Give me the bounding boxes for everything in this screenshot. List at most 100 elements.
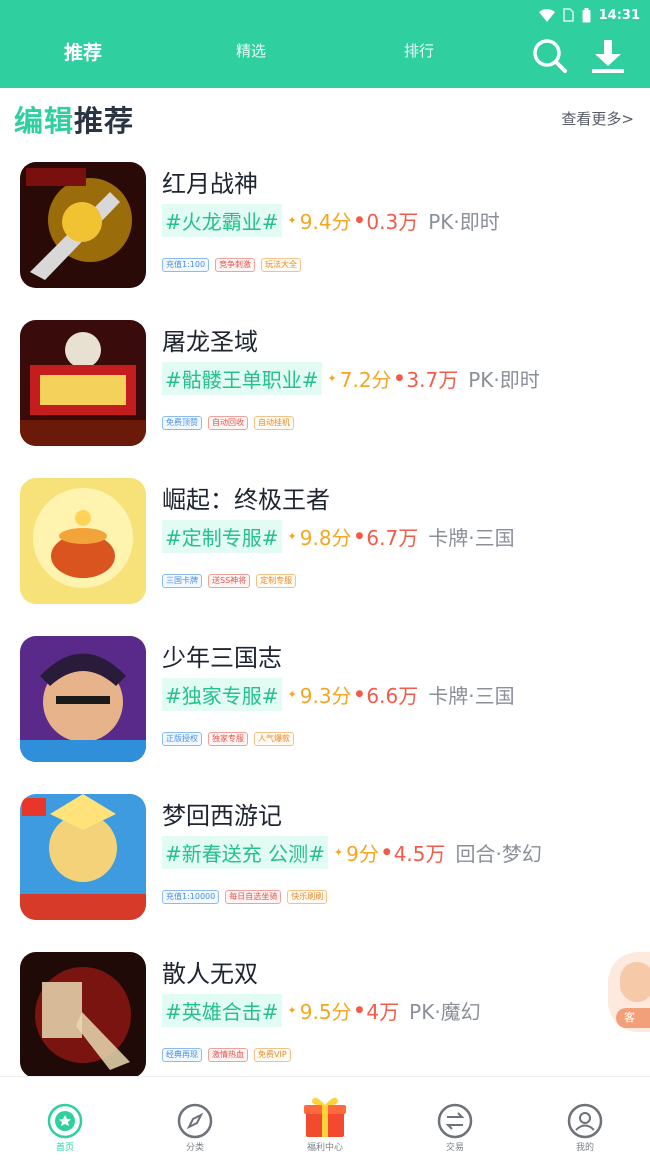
tab-ranking[interactable]: 排行 xyxy=(404,40,434,61)
game-score: 7.2分 xyxy=(328,364,392,393)
game-meta: #新春送充 公测# 9分 4.5万 回合·梦幻 xyxy=(162,835,542,869)
game-tag: 免费顶赞 xyxy=(162,416,202,430)
profile-icon xyxy=(567,1103,603,1139)
nav-home-label: 首页 xyxy=(55,1143,74,1153)
game-tag: 玩法大全 xyxy=(261,258,302,272)
game-tag: 激情热血 xyxy=(208,1048,248,1062)
game-tag: 三国卡牌 xyxy=(162,574,202,588)
service-avatar-icon xyxy=(620,962,650,1002)
game-title: 屠龙圣域 xyxy=(162,328,258,356)
customer-service-float-button[interactable]: 客 xyxy=(608,952,650,1032)
game-tag: 免费VIP xyxy=(254,1048,291,1062)
download-icon[interactable] xyxy=(588,36,628,76)
game-list-item[interactable]: 少年三国志 #独家专服# 9.3分 6.6万 卡牌·三国 正版授权 独家专服 人… xyxy=(0,624,650,782)
game-genre: PK·魔幻 xyxy=(409,999,481,1024)
game-tag: 自动回收 xyxy=(208,416,248,430)
game-genre: 卡牌·三国 xyxy=(428,525,515,550)
sim-icon xyxy=(562,8,574,22)
game-list-item[interactable]: 梦回西游记 #新春送充 公测# 9分 4.5万 回合·梦幻 充值1:10000 … xyxy=(0,782,650,940)
game-list: 红月战神 #火龙霸业# 9.4分 0.3万 PK·即时 充值1:100 竞争刺激… xyxy=(0,150,650,1098)
trade-icon xyxy=(437,1103,473,1139)
nav-profile[interactable]: 我的 xyxy=(520,1077,650,1161)
game-title: 少年三国志 xyxy=(162,644,282,672)
search-icon[interactable] xyxy=(530,36,570,76)
see-more-link[interactable]: 查看更多> xyxy=(561,108,634,129)
game-score: 9.5分 xyxy=(288,996,352,1025)
game-title: 梦回西游记 xyxy=(162,802,282,830)
game-fans: 4万 xyxy=(356,996,399,1025)
top-tabs: 推荐 精选 排行 xyxy=(0,30,650,82)
nav-welfare-label: 福利中心 xyxy=(306,1143,343,1153)
game-list-item[interactable]: 散人无双 #英雄合击# 9.5分 4万 PK·魔幻 经典再现 激情热血 免费VI… xyxy=(0,940,650,1098)
game-hashtag[interactable]: #新春送充 公测# xyxy=(162,835,328,869)
game-tag: 正版授权 xyxy=(162,732,202,746)
nav-category-label: 分类 xyxy=(185,1143,204,1153)
game-list-item[interactable]: 红月战神 #火龙霸业# 9.4分 0.3万 PK·即时 充值1:100 竞争刺激… xyxy=(0,150,650,308)
game-meta: #独家专服# 9.3分 6.6万 卡牌·三国 xyxy=(162,677,515,711)
nav-profile-label: 我的 xyxy=(575,1143,594,1153)
game-meta: #定制专服# 9.8分 6.7万 卡牌·三国 xyxy=(162,519,515,553)
nav-category[interactable]: 分类 xyxy=(130,1077,260,1161)
game-list-item[interactable]: 屠龙圣域 #骷髅王单职业# 7.2分 3.7万 PK·即时 免费顶赞 自动回收 … xyxy=(0,308,650,466)
game-tags: 经典再现 激情热血 免费VIP xyxy=(162,1048,291,1062)
editor-picks-header: 编辑推荐 查看更多> xyxy=(0,88,650,148)
game-tags: 三国卡牌 送SS神将 定制专服 xyxy=(162,574,297,588)
game-tag: 竞争刺激 xyxy=(215,258,256,272)
game-genre: 回合·梦幻 xyxy=(455,841,542,866)
game-fans: 4.5万 xyxy=(383,838,446,867)
game-title: 红月战神 xyxy=(162,170,258,198)
game-tag: 充值1:10000 xyxy=(162,890,220,904)
game-hashtag[interactable]: #独家专服# xyxy=(162,677,282,711)
wifi-icon xyxy=(538,8,555,22)
game-icon[interactable] xyxy=(20,162,146,288)
nav-trade-label: 交易 xyxy=(445,1143,464,1153)
tab-recommend[interactable]: 推荐 xyxy=(64,38,102,65)
game-tags: 充值1:10000 每日自选坐骑 快乐刷刷 xyxy=(162,890,328,904)
game-score: 9.3分 xyxy=(288,680,352,709)
game-hashtag[interactable]: #英雄合击# xyxy=(162,993,282,1027)
game-tags: 正版授权 独家专服 人气爆款 xyxy=(162,732,294,746)
gift-icon xyxy=(304,1097,346,1137)
game-fans: 6.7万 xyxy=(356,522,418,551)
game-icon[interactable] xyxy=(20,952,146,1078)
game-tags: 免费顶赞 自动回收 自动挂机 xyxy=(162,416,294,430)
battery-icon xyxy=(582,7,591,22)
status-time: 14:31 xyxy=(598,7,640,23)
nav-welfare-center[interactable]: 福利中心 xyxy=(260,1077,390,1161)
game-icon[interactable] xyxy=(20,794,146,920)
section-title-part1: 编辑 xyxy=(14,104,75,138)
game-icon[interactable] xyxy=(20,320,146,446)
game-list-item[interactable]: 崛起：终极王者 #定制专服# 9.8分 6.7万 卡牌·三国 三国卡牌 送SS神… xyxy=(0,466,650,624)
app-root: 14:31 推荐 精选 排行 编辑推荐 查看更多> 红月战神 #火龙霸业# ✦ … xyxy=(0,0,650,1161)
game-icon[interactable] xyxy=(20,636,146,762)
game-genre: 卡牌·三国 xyxy=(428,683,515,708)
game-fans: 3.7万 xyxy=(396,364,458,393)
game-title: 散人无双 xyxy=(162,960,258,988)
bottom-nav: 首页 分类 福利中心 交易 我的 xyxy=(0,1076,650,1161)
game-tag: 自动挂机 xyxy=(254,416,294,430)
game-meta: #英雄合击# 9.5分 4万 PK·魔幻 xyxy=(162,993,481,1027)
home-icon xyxy=(47,1103,83,1139)
game-score: 9分 xyxy=(334,838,379,867)
nav-home[interactable]: 首页 xyxy=(0,1077,130,1161)
top-header: 14:31 推荐 精选 排行 xyxy=(0,0,650,88)
game-hashtag[interactable]: #火龙霸业# xyxy=(162,203,282,237)
game-meta: #火龙霸业# 9.4分 0.3万 PK·即时 xyxy=(162,203,500,237)
game-genre: PK·即时 xyxy=(428,209,500,234)
game-tags: 充值1:100 竞争刺激 玩法大全 xyxy=(162,258,302,272)
status-bar: 14:31 xyxy=(538,6,640,24)
nav-trade[interactable]: 交易 xyxy=(390,1077,520,1161)
game-hashtag[interactable]: #定制专服# xyxy=(162,519,282,553)
game-fans: 6.6万 xyxy=(356,680,418,709)
game-icon[interactable] xyxy=(20,478,146,604)
game-tag: 人气爆款 xyxy=(254,732,294,746)
game-hashtag[interactable]: #骷髅王单职业# xyxy=(162,361,322,395)
game-tag: 送SS神将 xyxy=(208,574,251,588)
section-title-part2: 推荐 xyxy=(74,104,135,138)
game-tag: 充值1:100 xyxy=(162,258,210,272)
tab-featured[interactable]: 精选 xyxy=(236,40,266,61)
game-tag: 定制专服 xyxy=(256,574,297,588)
game-title: 崛起：终极王者 xyxy=(162,486,330,514)
game-tag: 独家专服 xyxy=(208,732,248,746)
game-tag: 每日自选坐骑 xyxy=(225,890,282,904)
